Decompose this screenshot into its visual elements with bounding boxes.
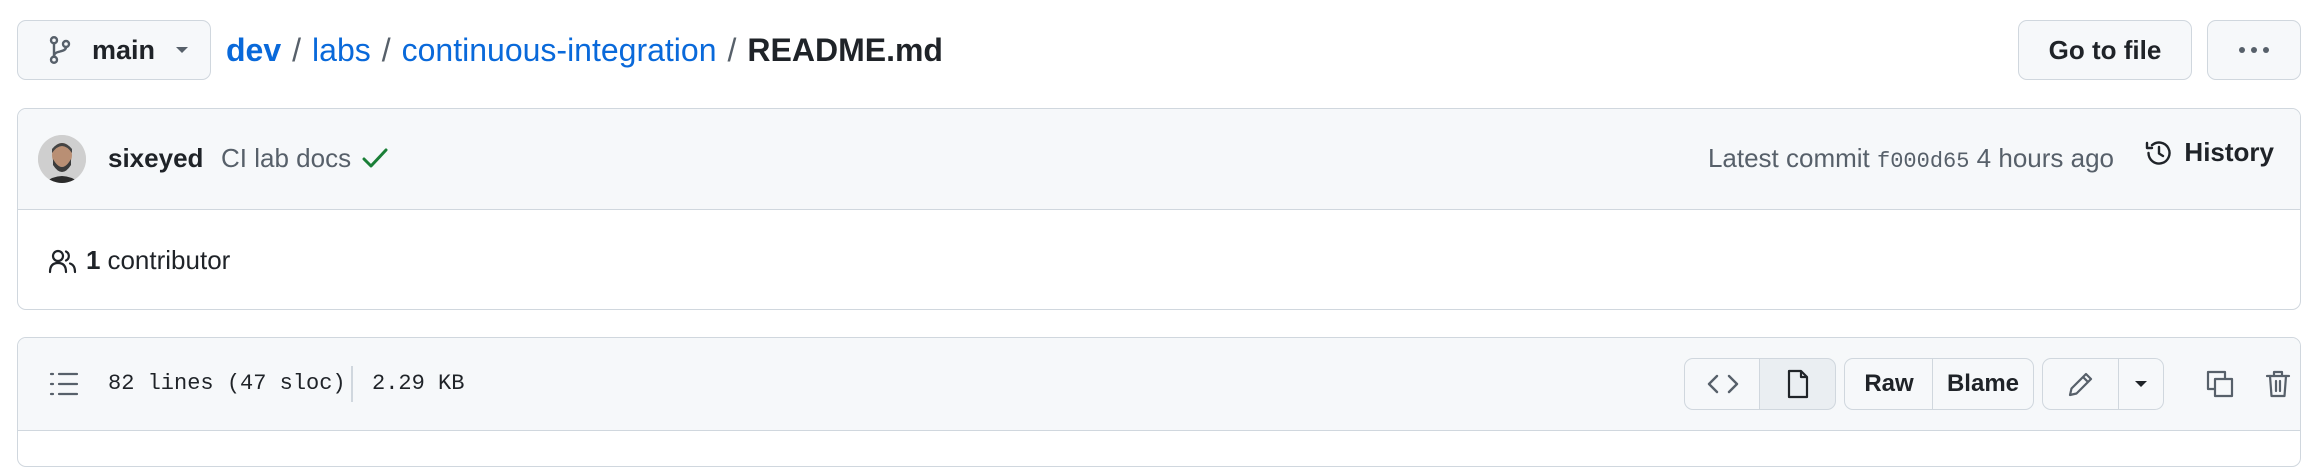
people-icon bbox=[48, 249, 77, 273]
branch-name: main bbox=[92, 34, 156, 65]
edit-options-button[interactable] bbox=[2118, 358, 2164, 410]
check-icon[interactable] bbox=[362, 147, 388, 169]
breadcrumb: dev / labs / continuous-integration / RE… bbox=[226, 30, 943, 70]
copy-raw-button[interactable] bbox=[2200, 364, 2240, 404]
breadcrumb-subfolder-link[interactable]: continuous-integration bbox=[402, 32, 717, 69]
go-to-file-button[interactable]: Go to file bbox=[2018, 20, 2192, 80]
blame-label: Blame bbox=[1946, 370, 2020, 397]
raw-label: Raw bbox=[1864, 370, 1914, 397]
edit-file-button[interactable] bbox=[2042, 358, 2120, 410]
avatar[interactable] bbox=[38, 135, 86, 183]
latest-commit-info: Latest commit f000d65 4 hours ago bbox=[1708, 143, 2114, 174]
commit-author-link[interactable]: sixeyed bbox=[108, 143, 203, 174]
commit-sha-link[interactable]: f000d65 bbox=[1877, 149, 1969, 174]
history-link[interactable]: History bbox=[2144, 137, 2274, 168]
breadcrumb-separator: / bbox=[381, 31, 391, 68]
delete-file-button[interactable] bbox=[2258, 364, 2298, 404]
history-icon bbox=[2146, 140, 2172, 165]
breadcrumb-separator: / bbox=[292, 31, 302, 68]
pencil-icon bbox=[2068, 372, 2093, 397]
code-view-button[interactable] bbox=[1684, 358, 1761, 410]
caret-down-icon bbox=[2135, 381, 2147, 387]
contributor-count: 1 bbox=[86, 245, 101, 275]
raw-button[interactable]: Raw bbox=[1844, 358, 1934, 410]
code-icon bbox=[1707, 374, 1738, 394]
contributors-link[interactable]: 1 contributor bbox=[48, 245, 230, 276]
branch-selector-button[interactable]: main bbox=[17, 20, 211, 80]
commit-time: 4 hours ago bbox=[1976, 143, 2114, 173]
file-header: 82 lines (47 sloc) 2.29 KB Raw Blame bbox=[18, 338, 2300, 431]
copy-icon bbox=[2206, 370, 2234, 398]
contributor-label: contributor bbox=[107, 245, 231, 275]
breadcrumb-separator: / bbox=[727, 31, 737, 68]
kebab-horizontal-icon bbox=[2238, 46, 2270, 54]
file-line-count: 82 lines (47 sloc) bbox=[108, 371, 346, 396]
history-label: History bbox=[2184, 137, 2274, 167]
breadcrumb-folder-link[interactable]: labs bbox=[312, 32, 371, 69]
info-divider bbox=[351, 366, 353, 402]
breadcrumb-current-file: README.md bbox=[747, 31, 943, 68]
file-icon bbox=[1787, 369, 1808, 399]
commit-message-link[interactable]: CI lab docs bbox=[221, 143, 351, 174]
git-branch-icon bbox=[48, 35, 72, 65]
list-unordered-icon bbox=[49, 372, 79, 396]
file-size: 2.29 KB bbox=[372, 371, 465, 396]
trash-icon bbox=[2265, 370, 2291, 398]
outline-toggle-button[interactable] bbox=[44, 364, 84, 404]
commit-info-box: sixeyed CI lab docs Latest commit f000d6… bbox=[17, 108, 2301, 310]
caret-down-icon bbox=[175, 45, 189, 55]
blame-button[interactable]: Blame bbox=[1932, 358, 2034, 410]
more-options-button[interactable] bbox=[2207, 20, 2301, 80]
latest-commit-label: Latest commit bbox=[1707, 143, 1870, 173]
latest-commit-bar: sixeyed CI lab docs Latest commit f000d6… bbox=[18, 109, 2300, 210]
breadcrumb-repo-link[interactable]: dev bbox=[226, 32, 281, 69]
file-viewer: 82 lines (47 sloc) 2.29 KB Raw Blame bbox=[17, 337, 2301, 467]
preview-view-button[interactable] bbox=[1759, 358, 1836, 410]
